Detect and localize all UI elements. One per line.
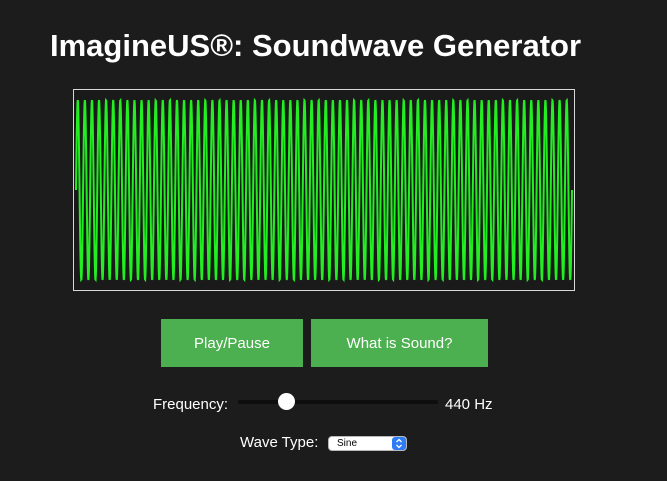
frequency-label: Frequency: <box>153 396 229 413</box>
updown-chevron-icon <box>392 437 406 450</box>
waveform-line <box>75 97 573 283</box>
frequency-slider[interactable] <box>238 392 438 412</box>
waveform-svg <box>75 97 573 283</box>
waveform-canvas <box>73 89 575 291</box>
wave-type-label: Wave Type: <box>240 434 319 451</box>
frequency-slider-track[interactable] <box>238 400 438 404</box>
what-is-sound-button[interactable]: What is Sound? <box>311 319 488 367</box>
frequency-slider-thumb[interactable] <box>278 393 295 410</box>
app-page: ImagineUS®: Soundwave Generator Play/Pau… <box>0 0 667 481</box>
wave-type-selected-value: Sine <box>337 438 358 449</box>
page-title: ImagineUS®: Soundwave Generator <box>50 28 582 63</box>
wave-type-select[interactable]: Sine <box>328 436 407 451</box>
frequency-value: 440 Hz <box>445 396 493 413</box>
play-pause-button[interactable]: Play/Pause <box>161 319 303 367</box>
